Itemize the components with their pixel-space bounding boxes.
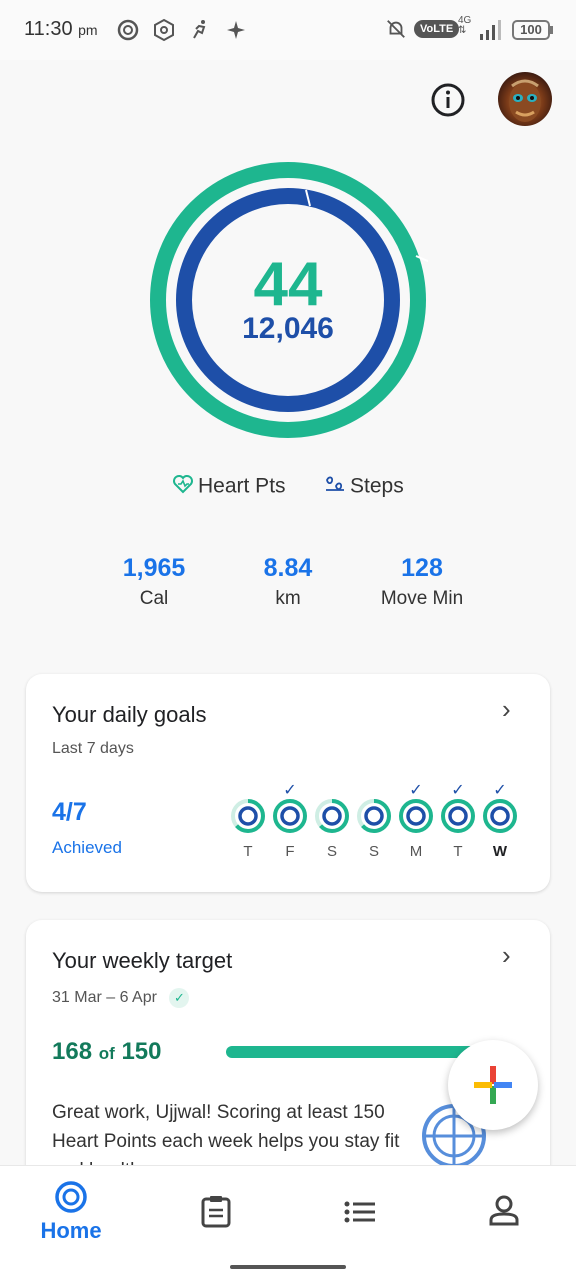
metric-distance-label: km xyxy=(275,588,301,609)
day-label: M xyxy=(409,843,423,860)
app-notification-icon xyxy=(116,18,140,42)
plus-icon xyxy=(474,1066,512,1104)
chevron-right-icon[interactable]: › xyxy=(502,694,511,725)
battery-tip xyxy=(550,26,553,34)
day-goal-3: S xyxy=(356,780,392,860)
check-badge-icon: ✓ xyxy=(169,988,190,1008)
heart-points-value: 44 xyxy=(253,250,323,319)
day-ring-icon xyxy=(315,799,349,833)
nav-home[interactable]: Home xyxy=(16,1166,126,1256)
volte-badge: VoLTE xyxy=(414,20,460,38)
achieved-count: 4/7 xyxy=(52,798,87,826)
day-label: T xyxy=(243,843,253,860)
profile-icon xyxy=(488,1194,520,1231)
check-icon: ✓ xyxy=(283,782,297,799)
heart-pts-icon xyxy=(172,474,194,500)
status-bar: 11:30 pm VoLTE 4G ⇅ 100 xyxy=(0,0,576,60)
fitness-notification-icon xyxy=(188,18,212,42)
day-label: F xyxy=(285,843,295,860)
browse-icon xyxy=(344,1200,376,1229)
metric-calories: 1,965 Cal xyxy=(89,552,219,610)
day-label: T xyxy=(453,843,463,860)
day-ring-icon xyxy=(441,799,475,833)
weekly-target-value: 168 of 150 xyxy=(52,1038,162,1065)
signal-icon xyxy=(478,20,504,40)
metric-distance: 8.84 km xyxy=(223,552,353,610)
home-indicator xyxy=(230,1265,346,1269)
nav-journal[interactable] xyxy=(160,1166,270,1256)
metric-calories-label: Cal xyxy=(139,588,169,609)
info-button[interactable] xyxy=(430,82,466,118)
daily-goals-card[interactable]: Your daily goals › Last 7 days 4/7 Achie… xyxy=(26,674,550,892)
day-goal-1: ✓ F xyxy=(272,780,308,860)
chevron-right-icon[interactable]: › xyxy=(502,940,511,971)
info-icon xyxy=(431,83,465,117)
day-goal-5: ✓ T xyxy=(440,780,476,860)
day-label: S xyxy=(326,843,337,860)
daily-goals-title: Your daily goals xyxy=(52,702,207,727)
home-icon xyxy=(54,1180,88,1219)
day-ring-icon xyxy=(399,799,433,833)
day-goal-6: ✓ W xyxy=(482,780,518,860)
weekly-target-title: Your weekly target xyxy=(52,948,233,973)
metric-move-min-value: 128 xyxy=(401,554,443,582)
daily-goals-subtitle: Last 7 days xyxy=(52,740,134,757)
day-goal-0: T xyxy=(230,780,266,860)
nav-home-label: Home xyxy=(40,1218,102,1243)
weekly-target-dates: 31 Mar – 6 Apr ✓ xyxy=(52,988,190,1008)
day-goal-2: S xyxy=(314,780,350,860)
hexagon-notification-icon xyxy=(152,18,176,42)
day-ring-icon xyxy=(273,799,307,833)
mute-icon xyxy=(384,18,408,42)
metric-move-min-label: Move Min xyxy=(380,588,464,609)
avatar[interactable] xyxy=(498,72,552,126)
metric-distance-value: 8.84 xyxy=(263,554,313,582)
check-icon: ✓ xyxy=(451,782,465,799)
steps-value: 12,046 xyxy=(242,312,334,345)
legend-steps-label: Steps xyxy=(350,474,404,498)
legend-steps: Steps xyxy=(324,474,404,500)
check-icon: ✓ xyxy=(493,782,507,799)
day-label: W xyxy=(492,843,508,860)
nav-profile[interactable] xyxy=(448,1166,558,1256)
day-goal-4: ✓ M xyxy=(398,780,434,860)
day-ring-icon xyxy=(231,799,265,833)
metric-move-min: 128 Move Min xyxy=(357,552,487,610)
achieved-label: Achieved xyxy=(52,838,122,857)
bottom-nav: Home xyxy=(0,1165,576,1280)
battery-indicator: 100 xyxy=(512,20,550,40)
avatar-image-icon xyxy=(509,79,541,122)
days-row: T ✓ F S S ✓ M ✓ T ✓ W xyxy=(226,780,526,870)
metric-calories-value: 1,965 xyxy=(122,554,186,582)
legend-heart-pts-label: Heart Pts xyxy=(198,474,286,498)
check-icon: ✓ xyxy=(409,782,423,799)
day-ring-icon xyxy=(483,799,517,833)
day-ring-icon xyxy=(357,799,391,833)
journal-icon xyxy=(200,1194,232,1233)
data-type-indicator: 4G ⇅ xyxy=(458,15,472,36)
nav-browse[interactable] xyxy=(306,1166,416,1256)
sparkle-notification-icon xyxy=(224,18,248,42)
add-activity-button[interactable] xyxy=(448,1040,538,1130)
day-label: S xyxy=(368,843,379,860)
steps-icon xyxy=(324,474,346,500)
legend-heart-pts: Heart Pts xyxy=(172,474,286,500)
status-time: 11:30 pm xyxy=(24,18,98,40)
